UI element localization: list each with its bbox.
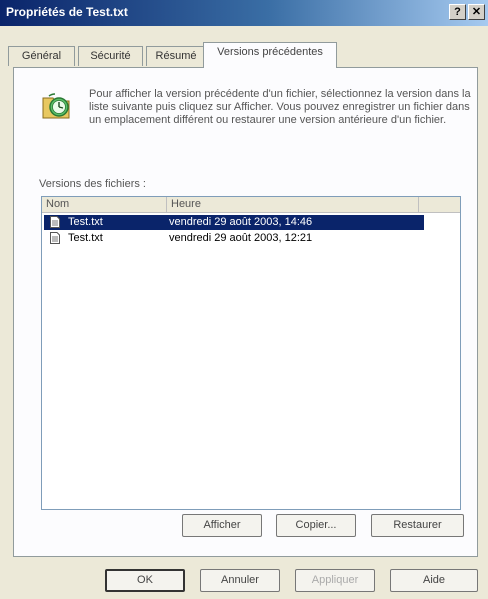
close-button[interactable]: ✕: [468, 4, 485, 20]
help-dialog-button[interactable]: Aide: [390, 569, 478, 592]
tab-previous-versions[interactable]: Versions précédentes: [203, 42, 337, 68]
properties-dialog: Propriétés de Test.txt ? ✕ Général Sécur…: [0, 0, 488, 599]
title-bar[interactable]: Propriétés de Test.txt ? ✕: [0, 0, 488, 26]
view-button[interactable]: Afficher: [182, 514, 262, 537]
column-name-header[interactable]: Nom: [42, 197, 167, 212]
apply-button[interactable]: Appliquer: [295, 569, 375, 592]
column-time-header[interactable]: Heure: [167, 197, 419, 212]
restore-button[interactable]: Restaurer: [371, 514, 464, 537]
help-button[interactable]: ?: [449, 4, 466, 20]
tab-summary[interactable]: Résumé: [146, 46, 206, 66]
clock-folder-icon: [42, 93, 70, 119]
tab-security[interactable]: Sécurité: [78, 46, 143, 66]
row-file-name: Test.txt: [68, 216, 103, 228]
list-row-version-1[interactable]: Test.txt vendredi 29 août 2003, 14:46: [44, 215, 424, 230]
row-file-time: vendredi 29 août 2003, 12:21: [169, 232, 313, 244]
text-file-icon: [50, 216, 60, 228]
instruction-text: Pour afficher la version précédente d'un…: [89, 88, 471, 126]
tab-general[interactable]: Général: [8, 46, 75, 66]
ok-button[interactable]: OK: [105, 569, 185, 592]
text-file-icon: [50, 232, 60, 244]
window-title: Propriétés de Test.txt: [6, 5, 128, 19]
copy-button[interactable]: Copier...: [276, 514, 356, 537]
versions-list[interactable]: Nom Heure Test.txt vendredi 29 août 2003…: [41, 196, 461, 510]
previous-versions-panel: Pour afficher la version précédente d'un…: [13, 67, 478, 557]
list-row-version-2[interactable]: Test.txt vendredi 29 août 2003, 12:21: [44, 231, 424, 246]
versions-label: Versions des fichiers :: [39, 178, 146, 190]
row-file-time: vendredi 29 août 2003, 14:46: [169, 216, 313, 228]
list-header: Nom Heure: [42, 197, 460, 213]
row-file-name: Test.txt: [68, 232, 103, 244]
cancel-button[interactable]: Annuler: [200, 569, 280, 592]
